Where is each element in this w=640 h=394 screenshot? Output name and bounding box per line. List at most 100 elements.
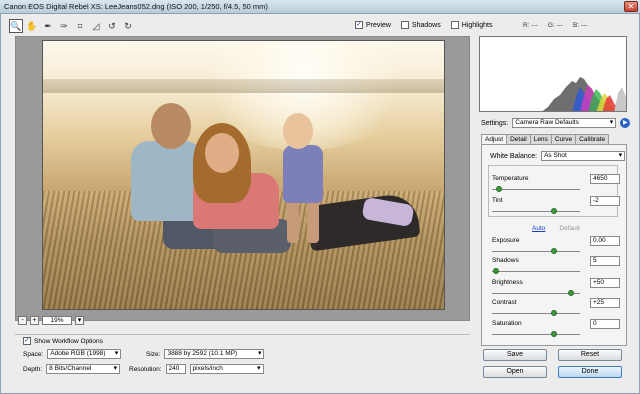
size-select[interactable]: 3888 by 2592 (10.1 MP)	[164, 349, 265, 359]
default-link[interactable]: Default	[559, 225, 580, 232]
girl-body	[283, 145, 323, 203]
settings-select[interactable]: Camera Raw Defaults	[512, 118, 617, 128]
woman-face	[205, 133, 239, 173]
tab-detail[interactable]: Detail	[506, 134, 531, 144]
histogram	[479, 36, 627, 112]
tab-adjust[interactable]: Adjust	[481, 134, 508, 144]
temperature-track[interactable]	[492, 189, 580, 190]
temperature-label: Temperature	[492, 175, 529, 182]
depth-label: Depth:	[23, 365, 43, 373]
b-readout: B: ---	[572, 22, 588, 29]
rgb-readout: R: --- G: --- B: ---	[523, 22, 587, 29]
tab-lens[interactable]: Lens	[529, 134, 552, 144]
camera-raw-dialog: 🔍 ✋ ✒ ✑ ⌗ ◿ ↺ ↻ ✓ Preview Shadows Highli…	[0, 14, 640, 394]
rotate-left-icon[interactable]: ↺	[105, 19, 119, 33]
auto-link[interactable]: Auto	[532, 225, 545, 232]
temperature-slider-handle[interactable]	[496, 186, 503, 192]
saturation-track[interactable]	[492, 334, 580, 335]
resolution-input[interactable]: 240	[165, 364, 186, 374]
shadows-slider-handle[interactable]	[493, 268, 500, 274]
settings-menu-icon[interactable]: ▶	[620, 118, 631, 128]
zoom-icon[interactable]: 🔍	[9, 19, 23, 33]
contrast-label: Contrast	[492, 299, 517, 306]
eyedropper-icon[interactable]: ✒	[41, 19, 55, 33]
man-head	[151, 103, 191, 149]
temperature-input[interactable]: 4650	[590, 174, 620, 184]
tint-track[interactable]	[492, 211, 580, 212]
space-select[interactable]: Adobe RGB (1998)	[47, 349, 122, 359]
brightness-label: Brightness	[492, 279, 523, 286]
tree-line	[43, 79, 444, 93]
crop-icon[interactable]: ⌗	[73, 19, 87, 33]
exposure-input[interactable]: 0.00	[590, 236, 620, 246]
resolution-unit-select[interactable]: pixels/inch	[189, 364, 264, 374]
contrast-slider-handle[interactable]	[550, 310, 557, 316]
settings-label: Settings:	[481, 119, 509, 127]
brightness-input[interactable]: +50	[590, 278, 620, 288]
save-button[interactable]: Save	[483, 349, 547, 361]
zoom-dropdown-button[interactable]: ▾	[75, 316, 84, 325]
size-row: Size: 3888 by 2592 (10.1 MP)	[146, 349, 265, 359]
girl-leg-right	[307, 199, 319, 243]
resolution-row: Resolution: 240 pixels/inch	[129, 364, 264, 374]
depth-select[interactable]: 8 Bits/Channel	[46, 364, 121, 374]
space-label: Space:	[23, 350, 44, 358]
done-button[interactable]: Done	[558, 366, 622, 378]
show-workflow-option[interactable]: ✓ Show Workflow Options	[23, 337, 103, 345]
auto-default-links: Auto Default	[532, 225, 580, 232]
reset-button[interactable]: Reset	[558, 349, 622, 361]
girl-leg-left	[287, 199, 299, 243]
brightness-row: Brightness +50	[492, 278, 620, 299]
saturation-row: Saturation 0	[492, 319, 620, 340]
r-readout: R: ---	[523, 22, 538, 29]
brightness-slider-handle[interactable]	[568, 290, 575, 296]
shadows-track[interactable]	[492, 271, 580, 272]
shadows-label: Shadows	[492, 257, 519, 264]
settings-row: Settings: Camera Raw Defaults ▶	[481, 118, 631, 128]
shadows-option[interactable]: Shadows	[400, 21, 441, 29]
temperature-row: Temperature 4650	[492, 174, 620, 195]
brightness-track[interactable]	[492, 293, 580, 294]
color-sampler-icon[interactable]: ✑	[57, 19, 71, 33]
photo	[42, 40, 445, 310]
highlights-checkbox[interactable]	[450, 21, 459, 29]
tint-input[interactable]: -2	[590, 196, 620, 206]
zoom-level-field[interactable]: 19%	[42, 316, 72, 325]
zoom-out-button[interactable]: -	[18, 316, 27, 325]
exposure-slider-handle[interactable]	[550, 248, 557, 254]
shadows-label: Shadows	[411, 21, 441, 29]
saturation-slider-handle[interactable]	[550, 331, 557, 337]
straighten-icon[interactable]: ◿	[89, 19, 103, 33]
tab-curve[interactable]: Curve	[550, 134, 577, 144]
tint-row: Tint -2	[492, 196, 620, 217]
resolution-label: Resolution:	[129, 365, 162, 373]
preview-checkbox[interactable]: ✓	[355, 21, 363, 29]
highlights-option[interactable]: Highlights	[450, 21, 493, 29]
image-preview[interactable]	[15, 36, 470, 321]
show-workflow-label: Show Workflow Options	[34, 337, 103, 345]
show-workflow-checkbox[interactable]: ✓	[23, 337, 31, 345]
title-bar: Canon EOS Digital Rebel XS: LeeJeans052.…	[0, 0, 640, 14]
saturation-label: Saturation	[492, 320, 522, 327]
hand-icon[interactable]: ✋	[25, 19, 39, 33]
space-row: Space: Adobe RGB (1998)	[23, 349, 122, 359]
shadows-input[interactable]: 5	[590, 256, 620, 266]
white-balance-row: White Balance: As Shot	[490, 151, 626, 161]
white-balance-select[interactable]: As Shot	[541, 151, 626, 161]
close-button[interactable]: ✕	[624, 1, 638, 12]
saturation-input[interactable]: 0	[590, 319, 620, 329]
highlights-label: Highlights	[461, 21, 493, 29]
tab-calibrate[interactable]: Calibrate	[575, 134, 610, 144]
contrast-input[interactable]: +25	[590, 298, 620, 308]
preview-option[interactable]: ✓ Preview	[355, 21, 391, 29]
zoom-in-button[interactable]: +	[30, 316, 39, 325]
open-button[interactable]: Open	[483, 366, 547, 378]
tint-slider-handle[interactable]	[550, 208, 557, 214]
tint-label: Tint	[492, 197, 503, 204]
shadows-checkbox[interactable]	[400, 21, 409, 29]
contrast-track[interactable]	[492, 313, 580, 314]
g-readout: G: ---	[547, 22, 563, 29]
exposure-track[interactable]	[492, 251, 580, 252]
adjust-panel: White Balance: As Shot Temperature 4650 …	[481, 144, 627, 346]
rotate-right-icon[interactable]: ↻	[121, 19, 135, 33]
